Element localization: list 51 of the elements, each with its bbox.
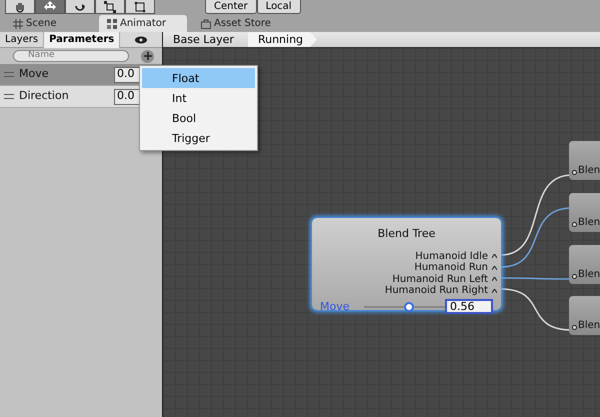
- scale-icon: [104, 0, 116, 12]
- panel-tab[interactable]: Parameters: [44, 32, 120, 48]
- rect-tool-icon: [134, 0, 146, 12]
- tool-button[interactable]: [35, 0, 65, 14]
- node-title: Blend Tree: [376, 226, 436, 242]
- nodes-icon: [107, 18, 117, 28]
- tool-button[interactable]: [125, 0, 155, 14]
- breadcrumb-item[interactable]: Running: [248, 32, 318, 47]
- menu-item[interactable]: Float: [142, 68, 255, 88]
- slider-thumb[interactable]: [404, 302, 414, 312]
- slider-track[interactable]: [364, 302, 445, 312]
- tool-button[interactable]: [95, 0, 125, 14]
- node-title: Blen: [578, 319, 600, 333]
- caret-icon: [492, 254, 497, 258]
- motion-label: Humanoid Run Left: [392, 274, 488, 285]
- node-title: Blen: [578, 216, 600, 230]
- menu-item[interactable]: Trigger: [142, 128, 255, 148]
- drag-handle-icon: [4, 72, 14, 77]
- blend-tree-node[interactable]: Blen: [569, 296, 600, 335]
- pivot-button[interactable]: Local: [256, 0, 301, 14]
- move-icon: [44, 0, 56, 12]
- blend-tree-node[interactable]: Blen: [569, 245, 600, 284]
- plus-icon: [144, 52, 152, 60]
- caret-icon: [492, 288, 497, 293]
- parameter-name: Move: [18, 66, 50, 82]
- menu-item[interactable]: Bool: [142, 108, 255, 128]
- blend-tree-node[interactable]: Blen: [569, 141, 600, 180]
- motion-label: Humanoid Idle: [415, 250, 488, 262]
- node-title: Blen: [578, 268, 600, 282]
- window-tab[interactable]: Asset Store: [193, 15, 281, 32]
- breadcrumb-item[interactable]: Base Layer: [163, 32, 248, 47]
- bag-icon: [201, 18, 211, 28]
- node-title: Blen: [578, 164, 600, 178]
- eye-icon: [135, 36, 148, 44]
- window-tab[interactable]: Animator: [99, 15, 187, 32]
- search-field[interactable]: Name: [13, 50, 129, 62]
- window-tab[interactable]: Scene: [5, 15, 93, 32]
- add-button[interactable]: [141, 50, 154, 62]
- motion-label: Humanoid Run Right: [384, 285, 488, 296]
- pivot-button[interactable]: Center: [205, 0, 257, 14]
- caret-icon: [492, 277, 497, 282]
- parameter-name: Direction: [18, 88, 70, 104]
- motion-label: Humanoid Run: [414, 262, 488, 274]
- value-field[interactable]: 0.56: [445, 299, 493, 314]
- tool-button[interactable]: [65, 0, 95, 14]
- blend-tree-node[interactable]: Blen: [569, 193, 600, 232]
- drag-handle-icon: [4, 94, 14, 99]
- tool-button[interactable]: [5, 0, 35, 14]
- grid-icon: [13, 18, 23, 28]
- hand-icon: [14, 0, 26, 12]
- caret-icon: [492, 266, 497, 270]
